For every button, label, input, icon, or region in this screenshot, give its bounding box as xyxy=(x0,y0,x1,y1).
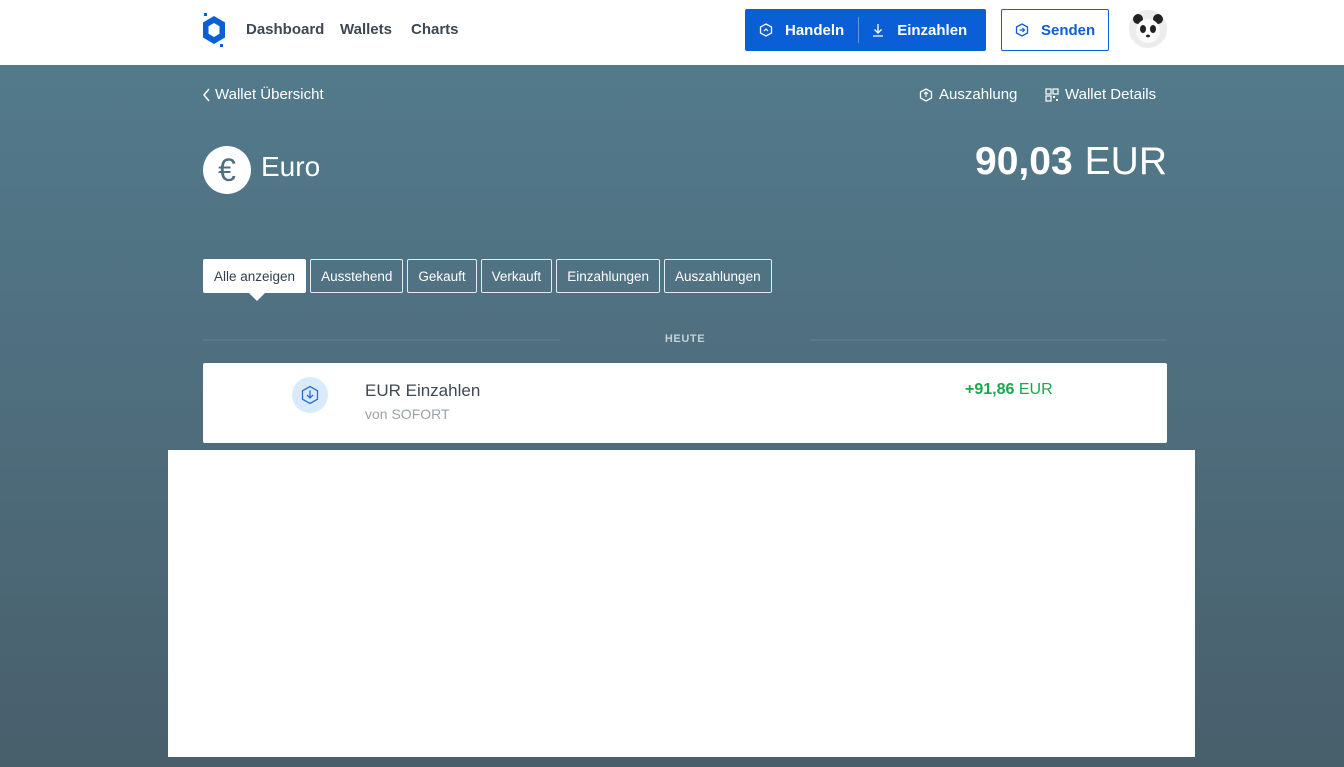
back-to-overview-link[interactable]: Wallet Übersicht xyxy=(202,86,324,103)
send-icon xyxy=(1015,23,1029,37)
chevron-left-icon xyxy=(203,88,210,101)
wallet-balance: 90,03 EUR xyxy=(975,140,1167,184)
transaction-amount-value: +91,86 xyxy=(965,381,1015,398)
panda-avatar-icon xyxy=(1129,10,1167,48)
tab-sold[interactable]: Verkauft xyxy=(480,259,553,293)
deposit-icon xyxy=(292,377,328,413)
balance-amount: 90,03 xyxy=(975,140,1073,183)
transaction-title: EUR Einzahlen xyxy=(365,381,481,400)
transaction-amount: +91,86 EUR xyxy=(965,381,1053,399)
primary-action-group: Handeln Einzahlen xyxy=(745,9,986,51)
deposit-label: Einzahlen xyxy=(897,21,968,39)
tab-withdrawals[interactable]: Auszahlungen xyxy=(664,259,772,293)
wallet-name: Euro xyxy=(261,151,321,182)
euro-symbol: € xyxy=(218,152,236,188)
transaction-row[interactable]: EUR Einzahlen von SOFORT +91,86 EUR xyxy=(203,363,1167,443)
separator-line-right xyxy=(810,339,1167,341)
qr-code-icon xyxy=(1045,87,1059,102)
tab-bought[interactable]: Gekauft xyxy=(407,259,477,293)
transaction-amount-currency: EUR xyxy=(1018,381,1053,398)
download-icon xyxy=(873,24,884,37)
logo-icon[interactable] xyxy=(201,13,227,47)
transaction-filter-tabs: Alle anzeigen Ausstehend Gekauft Verkauf… xyxy=(203,259,772,301)
send-label: Senden xyxy=(1041,21,1096,39)
withdraw-link[interactable]: Auszahlung xyxy=(919,86,1017,103)
withdraw-label: Auszahlung xyxy=(939,86,1018,103)
trade-icon xyxy=(759,23,773,37)
nav-wallets[interactable]: Wallets xyxy=(340,21,392,38)
nav-dashboard[interactable]: Dashboard xyxy=(246,21,324,38)
avatar[interactable] xyxy=(1129,10,1167,48)
wallet-details-link[interactable]: Wallet Details xyxy=(1045,86,1156,103)
date-group-label: HEUTE xyxy=(664,333,706,345)
tab-all[interactable]: Alle anzeigen xyxy=(203,259,307,301)
tab-pending[interactable]: Ausstehend xyxy=(310,259,404,293)
trade-label: Handeln xyxy=(785,21,845,39)
tab-deposits[interactable]: Einzahlungen xyxy=(556,259,661,293)
trade-button[interactable]: Handeln xyxy=(745,9,858,51)
empty-content-panel xyxy=(168,450,1195,757)
back-label: Wallet Übersicht xyxy=(215,86,324,103)
nav-charts[interactable]: Charts xyxy=(411,21,459,38)
send-button[interactable]: Senden xyxy=(1001,9,1109,51)
withdraw-icon xyxy=(919,87,933,102)
top-navigation: Dashboard Wallets Charts Handeln Einzahl… xyxy=(0,0,1344,65)
transaction-subtitle: von SOFORT xyxy=(365,406,450,422)
balance-currency: EUR xyxy=(1084,140,1167,183)
euro-coin-icon: € xyxy=(203,146,251,194)
separator-line-left xyxy=(203,339,560,341)
deposit-button[interactable]: Einzahlen xyxy=(859,9,981,51)
wallet-details-label: Wallet Details xyxy=(1065,86,1157,103)
